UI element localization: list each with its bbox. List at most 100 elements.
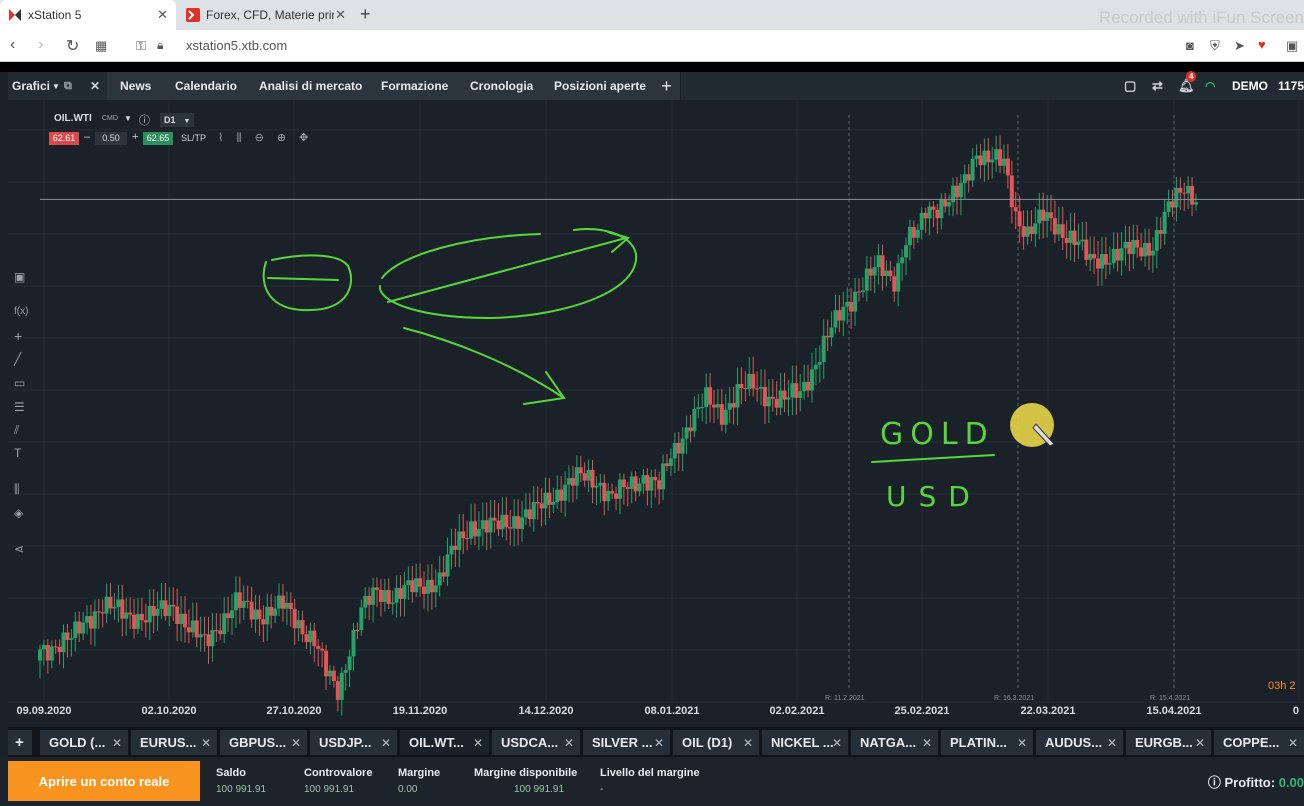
chart-type-icon[interactable]: ▣ [14, 270, 25, 284]
extension-icon[interactable]: ▣ [1286, 38, 1298, 54]
timeframe-selector[interactable]: D1 ▼ [160, 113, 194, 127]
zoom-in-icon[interactable]: ⊕ [277, 132, 286, 144]
sell-price-button[interactable]: 62.61 [49, 132, 79, 145]
instrument-tab[interactable]: GBPUS... ✕ [220, 730, 307, 755]
close-instrument-tab-icon[interactable]: ✕ [291, 736, 301, 750]
nav-tab-news[interactable]: News [107, 72, 166, 100]
instrument-tab[interactable]: COPPE... ✕ [1214, 730, 1304, 755]
info-icon[interactable]: ⓘ [139, 112, 150, 128]
forward-icon[interactable]: › [38, 36, 43, 54]
account-selector[interactable]: DEMO 1175 [1232, 72, 1304, 100]
channel-tool-icon[interactable]: ⫽ [14, 423, 19, 438]
camera-icon[interactable]: ◙ [1186, 38, 1194, 53]
candle-body [931, 206, 936, 210]
close-charts-icon[interactable]: ✕ [90, 72, 100, 100]
line-tool-icon[interactable]: ╱ [14, 352, 21, 366]
apps-grid-icon[interactable]: ▦ [95, 38, 107, 54]
chart-area[interactable]: R: 11.2.2021 R: 16.3.2021 R: 15.4.2021 09.0… [8, 100, 1304, 725]
browser-tab-title: Forex, CFD, Materie prime, [206, 8, 334, 22]
instrument-tab[interactable]: EURUS... ✕ [131, 730, 217, 755]
buy-price-button[interactable]: 62.65 [143, 132, 173, 145]
layout-icon[interactable]: ▢ [1124, 72, 1136, 100]
address-url[interactable]: xstation5.xtb.com [186, 38, 287, 53]
account-field-label: Margine [398, 767, 441, 779]
new-tab-icon[interactable]: + [360, 4, 371, 25]
close-instrument-tab-icon[interactable]: ✕ [832, 736, 842, 750]
close-instrument-tab-icon[interactable]: ✕ [473, 736, 483, 750]
network-icon[interactable]: ⇄ [1152, 72, 1163, 100]
shield-icon[interactable]: ⛨ [1210, 38, 1220, 54]
rectangle-tool-icon[interactable]: ▭ [14, 376, 25, 390]
chart-symbol[interactable]: OIL.WTI [54, 113, 92, 124]
instrument-tab[interactable]: NATGA... ✕ [851, 730, 938, 755]
chart-settings-icon[interactable]: ⫼ [14, 482, 20, 497]
instrument-tab[interactable]: PLATIN... ✕ [941, 730, 1033, 755]
caret-down-icon[interactable]: ▼ [124, 114, 132, 123]
heart-icon[interactable]: ♥ [1258, 37, 1266, 52]
candlestick-chart[interactable]: R: 11.2.2021 R: 16.3.2021 R: 15.4.202109.0… [8, 100, 1304, 725]
instrument-tab[interactable]: SILVER ... ✕ [583, 730, 670, 755]
increase-volume-button[interactable]: + [132, 131, 138, 143]
move-icon[interactable]: ✥ [299, 132, 308, 144]
decrease-volume-button[interactable]: – [84, 131, 90, 143]
candle-body [700, 406, 705, 408]
candle-body [586, 469, 591, 481]
charts-menu[interactable]: Grafici ▼ [12, 72, 60, 100]
send-icon[interactable]: ➤ [1234, 38, 1245, 54]
instrument-tab[interactable]: OIL.WT... ✕ [400, 730, 489, 755]
close-instrument-tab-icon[interactable]: ✕ [201, 736, 211, 750]
zoom-out-icon[interactable]: ⊖ [255, 132, 264, 144]
instrument-tab[interactable]: NICKEL ... ✕ [762, 730, 848, 755]
line-chart-icon[interactable]: ⌇ [218, 132, 223, 144]
close-instrument-tab-icon[interactable]: ✕ [743, 736, 753, 750]
add-instrument-button[interactable]: + [8, 730, 32, 755]
key-icon[interactable]: ⚿ [136, 38, 146, 54]
text-tool-icon[interactable]: T [14, 446, 21, 460]
add-tab-button[interactable]: + [653, 72, 681, 100]
close-instrument-tab-icon[interactable]: ✕ [564, 736, 574, 750]
close-instrument-tab-icon[interactable]: ✕ [1017, 736, 1027, 750]
close-instrument-tab-icon[interactable]: ✕ [381, 736, 391, 750]
wifi-icon: ◠ [1205, 79, 1216, 93]
candle-body [1072, 230, 1077, 246]
nav-tab-cronologia[interactable]: Cronologia [457, 72, 548, 100]
candle-body [617, 479, 622, 499]
layers-icon[interactable]: ◈ [14, 506, 23, 520]
back-icon[interactable]: ‹ [10, 36, 15, 54]
instrument-tab-label: GBPUS... [229, 735, 287, 750]
popout-icon[interactable]: ⧉ [64, 72, 72, 100]
instrument-tab[interactable]: USDCA... ✕ [492, 730, 580, 755]
reload-icon[interactable]: ↻ [66, 36, 79, 56]
instrument-tab[interactable]: AUDUS... ✕ [1036, 730, 1123, 755]
share-icon[interactable]: ⋖ [14, 542, 24, 556]
nav-tab-formazione[interactable]: Formazione [368, 72, 463, 100]
close-tab-icon[interactable]: ✕ [335, 7, 346, 23]
candle-body [386, 590, 391, 604]
crosshair-icon[interactable]: + [14, 328, 22, 344]
close-tab-icon[interactable]: ✕ [157, 7, 168, 23]
close-instrument-tab-icon[interactable]: ✕ [1107, 736, 1117, 750]
instrument-tab[interactable]: GOLD (... ✕ [40, 730, 128, 755]
close-instrument-tab-icon[interactable]: ✕ [654, 736, 664, 750]
close-instrument-tab-icon[interactable]: ✕ [922, 736, 932, 750]
nav-tab-analisi[interactable]: Analisi di mercato [246, 72, 377, 100]
candle-body [465, 538, 470, 540]
volume-input[interactable]: 0.50 [95, 132, 127, 145]
nav-tab-calendario[interactable]: Calendario [162, 72, 252, 100]
nav-tab-posizioni[interactable]: Posizioni aperte [541, 72, 661, 100]
instrument-tab[interactable]: USDJP... ✕ [310, 730, 397, 755]
info-icon[interactable]: ⓘ [1208, 775, 1221, 790]
instrument-tab[interactable]: OIL (D1) ✕ [673, 730, 759, 755]
indicators-icon[interactable]: f(x) [14, 306, 28, 317]
instrument-tab[interactable]: EURGB... ✕ [1126, 730, 1211, 755]
close-instrument-tab-icon[interactable]: ✕ [1195, 736, 1205, 750]
fibonacci-icon[interactable]: ☰ [14, 400, 25, 414]
sltp-button[interactable]: SL/TP [181, 133, 206, 143]
candles-icon[interactable]: ⫼ [236, 132, 241, 144]
candle-body [570, 478, 575, 486]
close-instrument-tab-icon[interactable]: ✕ [1288, 736, 1298, 750]
browser-tab-xstation[interactable]: xStation 5 ✕ [0, 0, 176, 30]
open-real-account-button[interactable]: Aprire un conto reale [8, 761, 200, 801]
browser-tab-forex[interactable]: Forex, CFD, Materie prime, ✕ [178, 0, 354, 30]
close-instrument-tab-icon[interactable]: ✕ [112, 736, 122, 750]
